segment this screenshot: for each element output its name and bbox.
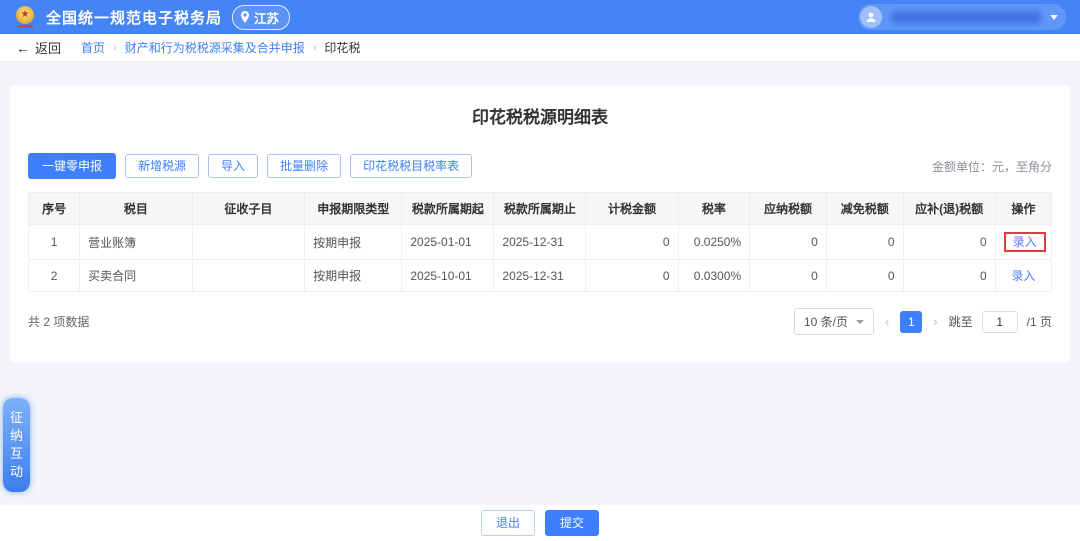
page-size-value: 10 条/页 bbox=[804, 313, 848, 330]
cell-reduction: 0 bbox=[826, 260, 903, 292]
breadcrumb-item-home[interactable]: 首页 bbox=[81, 39, 105, 56]
breadcrumb-bar: ← 返回 首页 › 财产和行为税税源采集及合并申报 › 印花税 bbox=[0, 34, 1080, 62]
cell-period-end: 2025-12-31 bbox=[494, 225, 586, 260]
zero-declare-button[interactable]: 一键零申报 bbox=[28, 153, 116, 179]
amount-unit-note: 金额单位：元，至角分 bbox=[932, 158, 1052, 175]
col-payable: 应纳税额 bbox=[750, 193, 827, 225]
cell-period-end: 2025-12-31 bbox=[494, 260, 586, 292]
cell-reduction: 0 bbox=[826, 225, 903, 260]
page-size-select[interactable]: 10 条/页 bbox=[794, 308, 874, 335]
user-account-dropdown[interactable] bbox=[858, 4, 1066, 30]
cell-index: 2 bbox=[29, 260, 80, 292]
import-button[interactable]: 导入 bbox=[208, 154, 258, 178]
cell-period-start: 2025-10-01 bbox=[402, 260, 494, 292]
cell-index: 1 bbox=[29, 225, 80, 260]
rate-table-button[interactable]: 印花税税目税率表 bbox=[350, 154, 472, 178]
cell-action: 录入 bbox=[995, 225, 1051, 260]
entry-link-row-1[interactable]: 录入 bbox=[1013, 235, 1037, 249]
col-action: 操作 bbox=[995, 193, 1051, 225]
user-name-redacted bbox=[891, 11, 1041, 24]
page-title: 印花税税源明细表 bbox=[28, 103, 1052, 128]
app-header: ★ 全国统一规范电子税务局 江苏 bbox=[0, 0, 1080, 34]
col-period-type: 申报期限类型 bbox=[305, 193, 402, 225]
app-title: 全国统一规范电子税务局 bbox=[46, 7, 222, 28]
tax-bureau-logo-icon: ★ bbox=[14, 5, 36, 29]
table-row: 2 买卖合同 按期申报 2025-10-01 2025-12-31 0 0.03… bbox=[29, 260, 1052, 292]
cell-due: 0 bbox=[903, 260, 995, 292]
cell-tax-item: 买卖合同 bbox=[80, 260, 193, 292]
cell-period-start: 2025-01-01 bbox=[402, 225, 494, 260]
bottom-action-bar: 退出 提交 bbox=[0, 505, 1080, 541]
jump-suffix: /1 页 bbox=[1027, 313, 1052, 330]
col-taxable-amount: 计税金额 bbox=[586, 193, 678, 225]
cell-due: 0 bbox=[903, 225, 995, 260]
table-row: 1 营业账簿 按期申报 2025-01-01 2025-12-31 0 0.02… bbox=[29, 225, 1052, 260]
col-due: 应补(退)税额 bbox=[903, 193, 995, 225]
cell-rate: 0.0300% bbox=[678, 260, 750, 292]
chevron-down-icon bbox=[1050, 15, 1058, 20]
col-index: 序号 bbox=[29, 193, 80, 225]
col-period-end: 税款所属期止 bbox=[494, 193, 586, 225]
breadcrumb-item-current: 印花税 bbox=[324, 39, 360, 56]
tax-source-table: 序号 税目 征收子目 申报期限类型 税款所属期起 税款所属期止 计税金额 税率 … bbox=[28, 192, 1052, 292]
breadcrumb-separator: › bbox=[313, 42, 317, 54]
cell-tax-item: 营业账簿 bbox=[80, 225, 193, 260]
table-footer: 共 2 项数据 10 条/页 ‹ 1 › 跳至 /1 页 bbox=[28, 308, 1052, 335]
cell-sub-item bbox=[192, 260, 305, 292]
cell-rate: 0.0250% bbox=[678, 225, 750, 260]
prev-page-button[interactable]: ‹ bbox=[883, 314, 891, 329]
col-period-start: 税款所属期起 bbox=[402, 193, 494, 225]
cell-payable: 0 bbox=[750, 225, 827, 260]
location-pin-icon bbox=[240, 11, 250, 23]
total-count-text: 共 2 项数据 bbox=[28, 313, 89, 330]
col-rate: 税率 bbox=[678, 193, 750, 225]
back-button[interactable]: ← 返回 bbox=[16, 38, 61, 57]
pagination: 10 条/页 ‹ 1 › 跳至 /1 页 bbox=[794, 308, 1052, 335]
cell-period-type: 按期申报 bbox=[305, 225, 402, 260]
next-page-button[interactable]: › bbox=[931, 314, 939, 329]
jump-page-input[interactable] bbox=[982, 311, 1018, 333]
back-label: 返回 bbox=[35, 38, 61, 57]
entry-link-row-2[interactable]: 录入 bbox=[1011, 269, 1035, 283]
cell-period-type: 按期申报 bbox=[305, 260, 402, 292]
add-source-button[interactable]: 新增税源 bbox=[125, 154, 199, 178]
main-card: 印花税税源明细表 一键零申报 新增税源 导入 批量删除 印花税税目税率表 金额单… bbox=[10, 85, 1070, 363]
region-badge-label: 江苏 bbox=[254, 8, 279, 27]
col-sub-item: 征收子目 bbox=[192, 193, 305, 225]
user-avatar-icon bbox=[860, 6, 882, 28]
submit-button[interactable]: 提交 bbox=[545, 510, 599, 536]
breadcrumb-separator: › bbox=[113, 42, 117, 54]
exit-button[interactable]: 退出 bbox=[481, 510, 535, 536]
interaction-side-tab-label: 征纳互动 bbox=[10, 409, 24, 481]
breadcrumb-item-collection[interactable]: 财产和行为税税源采集及合并申报 bbox=[125, 39, 305, 56]
cell-taxable-amount: 0 bbox=[586, 260, 678, 292]
interaction-side-tab[interactable]: 征纳互动 bbox=[3, 398, 30, 492]
caret-down-icon bbox=[856, 320, 864, 324]
annotation-highlight-box: 录入 bbox=[1004, 232, 1046, 252]
batch-delete-button[interactable]: 批量删除 bbox=[267, 154, 341, 178]
toolbar: 一键零申报 新增税源 导入 批量删除 印花税税目税率表 金额单位：元，至角分 bbox=[28, 153, 1052, 179]
col-reduction: 减免税额 bbox=[826, 193, 903, 225]
table-header-row: 序号 税目 征收子目 申报期限类型 税款所属期起 税款所属期止 计税金额 税率 … bbox=[29, 193, 1052, 225]
cell-action: 录入 bbox=[995, 260, 1051, 292]
col-tax-item: 税目 bbox=[80, 193, 193, 225]
region-badge[interactable]: 江苏 bbox=[232, 5, 290, 30]
back-arrow-icon: ← bbox=[16, 40, 30, 56]
cell-payable: 0 bbox=[750, 260, 827, 292]
jump-label: 跳至 bbox=[949, 313, 973, 330]
cell-sub-item bbox=[192, 225, 305, 260]
page-number-1[interactable]: 1 bbox=[900, 311, 922, 333]
cell-taxable-amount: 0 bbox=[586, 225, 678, 260]
